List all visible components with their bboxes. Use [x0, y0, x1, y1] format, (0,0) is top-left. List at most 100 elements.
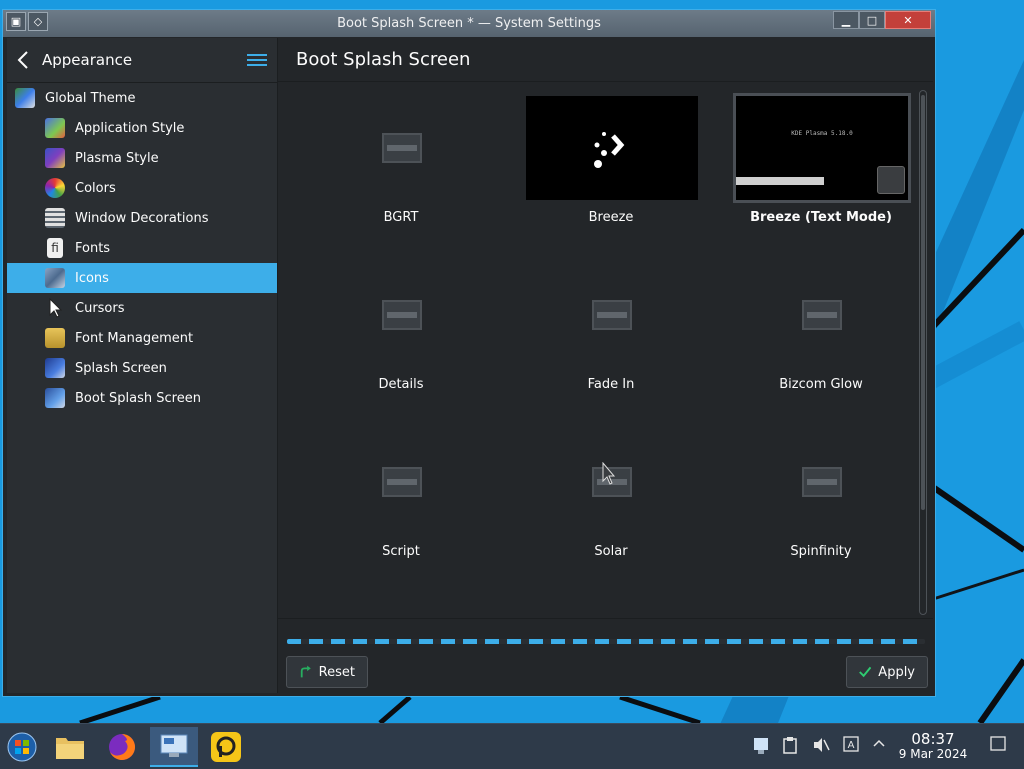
global-theme-icon	[15, 88, 35, 108]
font-management-icon	[45, 328, 65, 348]
sidebar-item-label: Plasma Style	[75, 150, 159, 166]
theme-tile-breeze[interactable]: Breeze	[506, 92, 716, 259]
theme-grid: BGRT Breeze KDE Plasma 5.18.0 Breeze (Te…	[296, 92, 926, 593]
window-decorations-icon	[45, 208, 65, 228]
remote-app-icon[interactable]	[206, 727, 246, 767]
theme-label: BGRT	[383, 210, 419, 225]
busy-progress-bar	[287, 639, 925, 644]
chevron-up-icon[interactable]	[872, 736, 886, 754]
theme-preview	[526, 263, 698, 367]
mouse-pointer-icon	[602, 462, 616, 485]
theme-preview	[316, 263, 488, 367]
theme-label: Script	[382, 544, 420, 559]
theme-preview	[736, 430, 908, 534]
taskbar: A 08:37 9 Mar 2024	[0, 723, 1024, 769]
sidebar-item-window-decorations[interactable]: Window Decorations	[7, 203, 277, 233]
sidebar-item-colors[interactable]: Colors	[7, 173, 277, 203]
sidebar-item-icons[interactable]: Icons	[7, 263, 277, 293]
sidebar-item-label: Cursors	[75, 300, 125, 316]
plasma-style-icon	[45, 148, 65, 168]
sidebar-item-label: Splash Screen	[75, 360, 167, 376]
splash-screen-icon	[45, 358, 65, 378]
sidebar-item-boot-splash-screen[interactable]: Boot Splash Screen	[7, 383, 277, 413]
icons-icon	[45, 268, 65, 288]
application-launcher-icon[interactable]	[2, 727, 42, 767]
keyboard-layout-icon[interactable]: A	[843, 736, 859, 756]
clock-time: 08:37	[911, 730, 955, 748]
sidebar-item-splash-screen[interactable]: Splash Screen	[7, 353, 277, 383]
hamburger-menu-icon[interactable]	[247, 54, 267, 66]
theme-tile-breeze-text-mode[interactable]: KDE Plasma 5.18.0 Breeze (Text Mode)	[716, 92, 926, 259]
volume-muted-icon[interactable]	[812, 736, 830, 758]
theme-label: Details	[378, 377, 424, 392]
fonts-icon: fi	[47, 238, 63, 258]
digital-clock[interactable]: 08:37 9 Mar 2024	[890, 731, 976, 762]
clock-date: 9 Mar 2024	[898, 747, 968, 761]
sidebar-item-label: Application Style	[75, 120, 185, 136]
theme-tile-script[interactable]: Script	[296, 426, 506, 593]
svg-text:A: A	[848, 740, 855, 751]
sidebar-item-label: Fonts	[75, 240, 111, 256]
theme-tile-spinfinity[interactable]: Spinfinity	[716, 426, 926, 593]
preview-spinner-icon	[877, 166, 905, 194]
sidebar-list: Global Theme Application Style Plasma St…	[7, 83, 277, 413]
theme-tile-solar[interactable]: Solar	[506, 426, 716, 593]
colors-icon	[45, 178, 65, 198]
theme-preview	[736, 263, 908, 367]
apply-label: Apply	[878, 664, 915, 680]
preview-progress-bar	[736, 177, 824, 185]
file-manager-icon[interactable]	[50, 727, 90, 767]
theme-preview	[316, 430, 488, 534]
theme-label: Solar	[594, 544, 628, 559]
reset-arrow-icon	[300, 665, 311, 678]
theme-label: Breeze	[588, 210, 634, 225]
clipboard-tray-icon[interactable]	[782, 736, 798, 758]
checkmark-icon	[859, 666, 872, 678]
window-titlebar[interactable]: ▣ ◇ Boot Splash Screen * — System Settin…	[3, 10, 935, 37]
sidebar-item-fonts[interactable]: fi Fonts	[7, 233, 277, 263]
minimize-button[interactable]: ▁	[833, 11, 859, 29]
preview-text: KDE Plasma 5.18.0	[791, 130, 853, 137]
maximize-button[interactable]: □	[859, 11, 885, 29]
reset-button[interactable]: Reset	[286, 656, 368, 688]
theme-grid-area: BGRT Breeze KDE Plasma 5.18.0 Breeze (Te…	[278, 82, 918, 617]
sidebar-category-title[interactable]: Appearance	[42, 51, 247, 69]
apply-button[interactable]: Apply	[846, 656, 928, 688]
settings-sidebar: Appearance Global Theme Application Styl…	[7, 38, 278, 693]
cursor-icon	[45, 297, 65, 318]
firefox-icon[interactable]	[102, 727, 142, 767]
sidebar-item-font-management[interactable]: Font Management	[7, 323, 277, 353]
image-placeholder-icon	[382, 133, 422, 163]
footer-divider	[278, 618, 933, 619]
image-placeholder-icon	[382, 300, 422, 330]
sidebar-item-plasma-style[interactable]: Plasma Style	[7, 143, 277, 173]
image-placeholder-icon	[802, 467, 842, 497]
theme-tile-bgrt[interactable]: BGRT	[296, 92, 506, 259]
image-placeholder-icon	[802, 300, 842, 330]
sidebar-item-cursors[interactable]: Cursors	[7, 293, 277, 323]
vertical-scrollbar[interactable]	[919, 90, 927, 615]
close-button[interactable]: ✕	[885, 11, 931, 29]
network-tray-icon[interactable]	[752, 736, 770, 760]
back-arrow-icon[interactable]	[17, 48, 39, 72]
page-title: Boot Splash Screen	[278, 38, 933, 82]
theme-tile-fade-in[interactable]: Fade In	[506, 259, 716, 426]
show-desktop-icon[interactable]	[990, 736, 1006, 756]
theme-tile-details[interactable]: Details	[296, 259, 506, 426]
theme-label: Spinfinity	[790, 544, 852, 559]
sidebar-item-label: Colors	[75, 180, 116, 196]
system-settings-task[interactable]	[150, 727, 198, 767]
boot-splash-screen-icon	[45, 388, 65, 408]
scrollbar-handle[interactable]	[921, 95, 925, 510]
reset-label: Reset	[318, 664, 355, 680]
sidebar-item-application-style[interactable]: Application Style	[7, 113, 277, 143]
sidebar-item-global-theme[interactable]: Global Theme	[7, 83, 277, 113]
window-title: Boot Splash Screen * — System Settings	[337, 16, 601, 31]
theme-preview	[526, 96, 698, 200]
sidebar-header: Appearance	[7, 38, 277, 83]
theme-tile-bizcom-glow[interactable]: Bizcom Glow	[716, 259, 926, 426]
theme-label: Fade In	[587, 377, 635, 392]
application-style-icon	[45, 118, 65, 138]
sidebar-item-label: Window Decorations	[75, 210, 209, 226]
sidebar-item-label: Font Management	[75, 330, 194, 346]
